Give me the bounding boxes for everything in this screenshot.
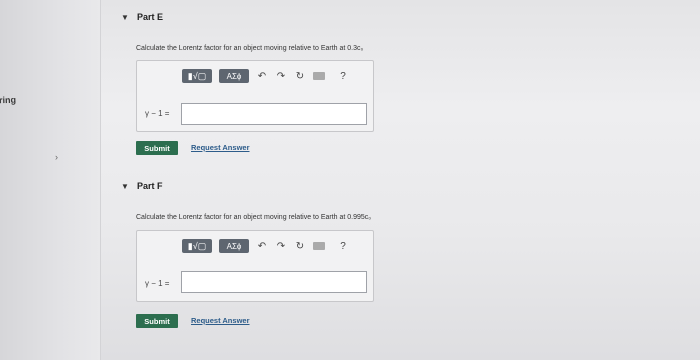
submit-button[interactable]: Submit: [136, 141, 178, 155]
reset-icon[interactable]: ↻: [294, 69, 306, 83]
question-text: Calculate the Lorentz factor for an obje…: [136, 45, 364, 52]
answer-box: ▮√▢ ΑΣϕ ↶ ↷ ↻ ? γ − 1 =: [136, 60, 374, 132]
templates-button[interactable]: ▮√▢: [182, 239, 212, 253]
equation-label: γ − 1 =: [145, 279, 170, 288]
request-answer-link[interactable]: Request Answer: [191, 316, 250, 325]
math-toolbar: ▮√▢ ΑΣϕ ↶ ↷ ↻ ?: [182, 238, 356, 254]
answer-input[interactable]: [181, 103, 367, 125]
redo-icon[interactable]: ↷: [275, 69, 287, 83]
answer-input[interactable]: [181, 271, 367, 293]
left-sidebar: ring ›: [0, 0, 101, 360]
templates-button[interactable]: ▮√▢: [182, 69, 212, 83]
help-icon[interactable]: ?: [337, 69, 349, 83]
reset-icon[interactable]: ↻: [294, 239, 306, 253]
answer-box: ▮√▢ ΑΣϕ ↶ ↷ ↻ ? γ − 1 =: [136, 230, 374, 302]
question-text: Calculate the Lorentz factor for an obje…: [136, 214, 372, 221]
undo-icon[interactable]: ↶: [256, 239, 268, 253]
keyboard-icon[interactable]: [313, 72, 325, 80]
undo-icon[interactable]: ↶: [256, 69, 268, 83]
chevron-right-icon[interactable]: ›: [55, 152, 58, 162]
redo-icon[interactable]: ↷: [275, 239, 287, 253]
equation-label: γ − 1 =: [145, 109, 170, 118]
math-toolbar: ▮√▢ ΑΣϕ ↶ ↷ ↻ ?: [182, 68, 356, 84]
greek-symbols-button[interactable]: ΑΣϕ: [219, 239, 249, 253]
submit-button[interactable]: Submit: [136, 314, 178, 328]
greek-symbols-button[interactable]: ΑΣϕ: [219, 69, 249, 83]
help-icon[interactable]: ?: [337, 239, 349, 253]
collapse-part-f-icon[interactable]: ▼: [121, 182, 129, 191]
part-title: Part F: [137, 181, 163, 191]
request-answer-link[interactable]: Request Answer: [191, 143, 250, 152]
part-title: Part E: [137, 12, 164, 22]
collapse-part-e-icon[interactable]: ▼: [121, 13, 129, 22]
keyboard-icon[interactable]: [313, 242, 325, 250]
sidebar-label: ring: [0, 94, 17, 106]
